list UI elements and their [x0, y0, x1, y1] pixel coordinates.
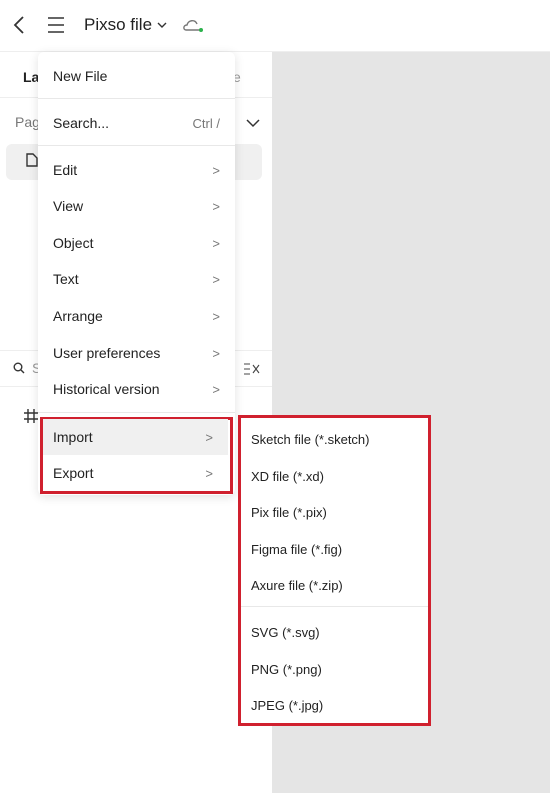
menu-item-export[interactable]: Export > — [43, 455, 228, 491]
chevron-right-icon: > — [212, 308, 220, 324]
back-chevron-left-icon[interactable] — [12, 15, 26, 35]
submenu-item-pix[interactable]: Pix file (*.pix) — [251, 505, 327, 520]
file-title[interactable]: Pixso file — [84, 15, 152, 35]
menu-item-search[interactable]: Search... Ctrl / — [38, 105, 235, 141]
menu-label: Arrange — [53, 308, 103, 324]
menu-item-text[interactable]: Text > — [38, 261, 235, 297]
menu-label: View — [53, 198, 84, 214]
chevron-right-icon: > — [205, 465, 213, 481]
submenu-item-xd[interactable]: XD file (*.xd) — [251, 469, 324, 484]
menu-separator — [38, 98, 235, 99]
collapse-layers-icon[interactable] — [243, 363, 261, 375]
submenu-item-svg[interactable]: SVG (*.svg) — [251, 625, 320, 640]
submenu-item-figma[interactable]: Figma file (*.fig) — [251, 542, 342, 557]
menu-item-object[interactable]: Object > — [38, 225, 235, 261]
menu-label: Edit — [53, 162, 78, 178]
layers-tab[interactable]: La — [23, 69, 39, 85]
menu-label: Historical version — [53, 381, 160, 397]
menu-item-view[interactable]: View > — [38, 188, 235, 224]
top-bar: Pixso file — [0, 0, 550, 52]
submenu-item-png[interactable]: PNG (*.png) — [251, 662, 322, 677]
menu-label: Export — [53, 465, 94, 481]
main-menu: New File Search... Ctrl / Edit > View > Obj… — [38, 52, 235, 495]
chevron-right-icon: > — [205, 429, 213, 445]
menu-label: New File — [53, 68, 108, 84]
submenu-item-sketch[interactable]: Sketch file (*.sketch) — [251, 432, 370, 447]
menu-item-edit[interactable]: Edit > — [38, 152, 235, 188]
chevron-right-icon: > — [212, 198, 220, 214]
menu-label: User preferences — [53, 345, 161, 361]
search-icon[interactable] — [13, 362, 25, 374]
menu-item-new-file[interactable]: New File — [38, 58, 235, 94]
submenu-separator — [241, 606, 428, 607]
submenu-item-jpeg[interactable]: JPEG (*.jpg) — [251, 698, 323, 713]
menu-item-historical-version[interactable]: Historical version > — [38, 371, 235, 407]
import-submenu: Sketch file (*.sketch) XD file (*.xd) Pi… — [238, 415, 431, 726]
pages-label: Pag — [15, 114, 40, 130]
menu-label: Object — [53, 235, 94, 251]
frame-icon — [24, 409, 38, 423]
menu-label: Import — [53, 429, 93, 445]
page-icon — [26, 153, 38, 167]
menu-separator — [38, 145, 235, 146]
menu-label: Text — [53, 271, 79, 287]
chevron-right-icon: > — [212, 235, 220, 251]
title-dropdown-chevron-icon[interactable] — [157, 21, 167, 29]
menu-item-import[interactable]: Import > — [43, 419, 228, 455]
menu-item-user-preferences[interactable]: User preferences > — [38, 335, 235, 371]
menu-item-arrange[interactable]: Arrange > — [38, 298, 235, 334]
chevron-right-icon: > — [212, 381, 220, 397]
shortcut-label: Ctrl / — [192, 115, 220, 131]
pages-collapse-chevron-icon[interactable] — [246, 118, 260, 128]
menu-label: Search... — [53, 115, 110, 131]
hamburger-icon[interactable] — [46, 16, 66, 34]
chevron-right-icon: > — [212, 162, 220, 178]
chevron-right-icon: > — [212, 271, 220, 287]
chevron-right-icon: > — [212, 345, 220, 361]
submenu-item-axure[interactable]: Axure file (*.zip) — [251, 578, 343, 593]
menu-separator — [38, 412, 235, 413]
cloud-sync-icon — [183, 20, 203, 32]
